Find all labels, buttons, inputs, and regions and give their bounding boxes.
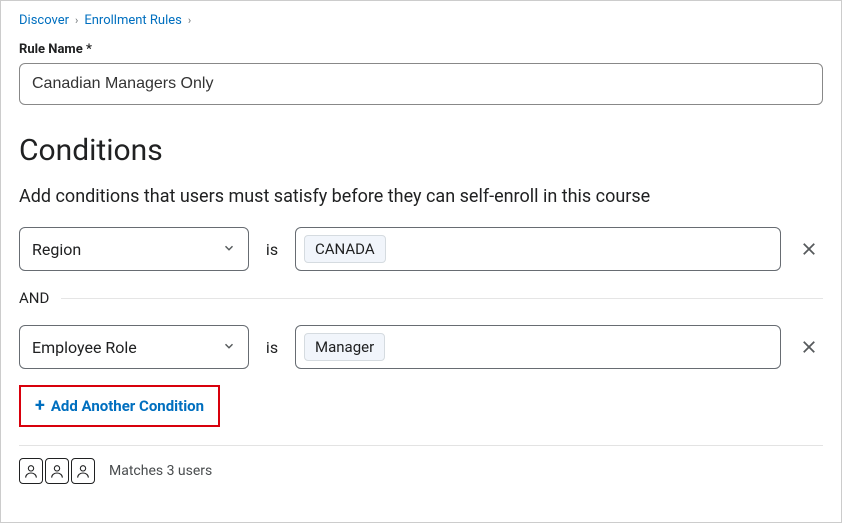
- avatar-icon: [19, 458, 43, 484]
- remove-condition-button[interactable]: [795, 235, 823, 263]
- condition-value-tag[interactable]: CANADA: [304, 235, 386, 263]
- chevron-down-icon: [222, 240, 236, 259]
- enrollment-rule-page: Discover › Enrollment Rules › Rule Name …: [0, 0, 842, 523]
- condition-row: Employee Role is Manager: [19, 325, 823, 369]
- avatar-icon: [71, 458, 95, 484]
- dropdown-label: Region: [32, 240, 81, 259]
- dropdown-label: Employee Role: [32, 338, 137, 357]
- condition-value-tag[interactable]: Manager: [304, 333, 385, 361]
- matches-avatars: [19, 458, 95, 484]
- chevron-right-icon: ›: [75, 14, 78, 27]
- matches-text: Matches 3 users: [109, 463, 212, 479]
- separator-line: [61, 298, 823, 299]
- add-another-condition-button[interactable]: + Add Another Condition: [19, 385, 220, 427]
- condition-operator: is: [263, 338, 281, 357]
- and-label: AND: [19, 289, 49, 307]
- condition-row: Region is CANADA: [19, 227, 823, 271]
- rule-name-input[interactable]: [19, 63, 823, 105]
- avatar-icon: [45, 458, 69, 484]
- condition-operator: is: [263, 240, 281, 259]
- condition-value-input[interactable]: CANADA: [295, 227, 781, 271]
- conditions-heading: Conditions: [19, 133, 823, 168]
- chevron-down-icon: [222, 338, 236, 357]
- remove-condition-button[interactable]: [795, 333, 823, 361]
- chevron-right-icon: ›: [188, 14, 191, 27]
- conditions-description: Add conditions that users must satisfy b…: [19, 186, 823, 207]
- add-another-condition-label: Add Another Condition: [51, 397, 204, 415]
- breadcrumb-enrollment-rules[interactable]: Enrollment Rules: [84, 13, 181, 28]
- matches-summary: Matches 3 users: [19, 458, 823, 484]
- plus-icon: +: [35, 397, 45, 415]
- divider: [19, 445, 823, 446]
- condition-field-dropdown[interactable]: Region: [19, 227, 249, 271]
- rule-name-label: Rule Name *: [19, 42, 823, 57]
- breadcrumb-discover[interactable]: Discover: [19, 13, 69, 28]
- breadcrumb: Discover › Enrollment Rules ›: [19, 13, 823, 28]
- condition-field-dropdown[interactable]: Employee Role: [19, 325, 249, 369]
- condition-value-input[interactable]: Manager: [295, 325, 781, 369]
- and-separator: AND: [19, 289, 823, 307]
